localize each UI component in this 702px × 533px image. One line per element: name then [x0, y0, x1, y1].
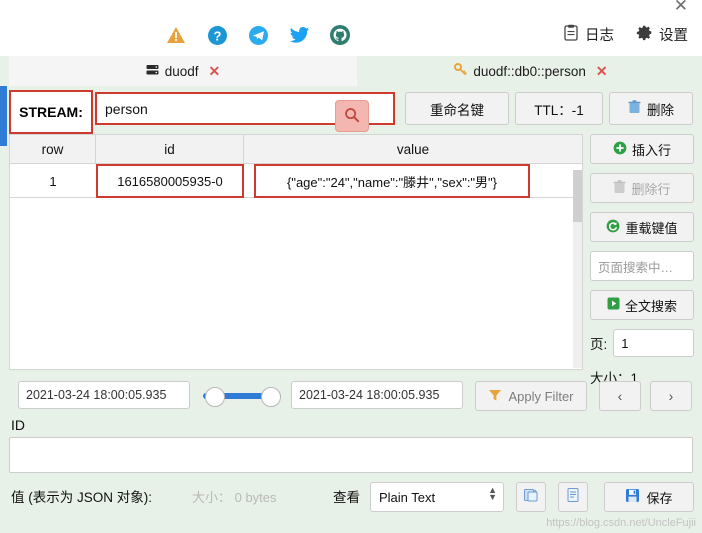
ttl-button[interactable]: TTL：-1	[515, 92, 603, 125]
server-icon	[146, 64, 159, 79]
telegram-icon[interactable]	[245, 22, 271, 48]
key-name-value: person	[105, 100, 148, 117]
reload-icon	[606, 219, 620, 236]
delete-row-button[interactable]: 删除行	[590, 173, 694, 203]
page-input[interactable]: 1	[613, 329, 694, 357]
warning-icon[interactable]	[163, 22, 189, 48]
toolbar-icon-group: ?	[163, 22, 353, 48]
settings-label: 设置	[659, 28, 688, 44]
full-search-button[interactable]: 全文搜索	[590, 290, 694, 320]
view-format-value: Plain Text	[379, 489, 436, 505]
value-label: 值 (表示为 JSON 对象):	[11, 490, 152, 505]
tab-person-label: duodf::db0::person	[473, 63, 586, 79]
range-slider[interactable]	[203, 387, 281, 407]
chevron-updown-icon[interactable]: ▲ ▼	[488, 486, 497, 502]
key-toolbar: STREAM: person 重命名键 TTL：-1 删除	[9, 90, 693, 134]
log-button[interactable]: 日志	[563, 24, 614, 45]
page-selector: 页: 1	[590, 329, 694, 357]
range-slider-knob-left[interactable]	[205, 387, 225, 407]
reload-value-button[interactable]: 重载键值	[590, 212, 694, 242]
svg-text:?: ?	[213, 28, 221, 43]
search-icon	[344, 107, 360, 126]
view-label: 查看	[333, 490, 360, 505]
prev-page-button[interactable]: ‹	[599, 381, 641, 411]
table-header-row: row id value	[9, 134, 583, 164]
toolbar-right-group: 日志 设置	[563, 24, 688, 45]
window-titlebar: ✕	[0, 0, 702, 18]
reload-value-label: 重载键值	[625, 220, 678, 236]
column-header-id[interactable]: id	[96, 135, 244, 163]
github-icon[interactable]	[327, 22, 353, 48]
filter-from-input[interactable]: 2021-03-24 18:00:05.935	[18, 381, 190, 409]
key-value-table: row id value 1 1616580005935-0 {"age":"2…	[9, 134, 583, 198]
key-search-button[interactable]	[335, 100, 369, 132]
log-label: 日志	[585, 28, 614, 44]
key-name-input[interactable]: person	[95, 92, 395, 132]
play-icon	[607, 297, 620, 313]
rename-key-button[interactable]: 重命名键	[405, 92, 509, 125]
delete-row-label: 删除行	[631, 181, 671, 197]
row-actions-panel: 插入行 删除行 重载键值 页面搜索中… 全文搜索 页: 1 大小：1	[590, 134, 694, 387]
save-label: 保存	[646, 490, 673, 506]
app-window: ✕ ? 日志 设置 duodf ✕ duodf::db0::person ✕ S…	[0, 0, 702, 533]
copy-icon	[523, 487, 539, 508]
document-icon	[565, 487, 581, 508]
scrollbar-thumb[interactable]	[573, 170, 582, 222]
settings-button[interactable]: 设置	[636, 24, 688, 45]
key-icon	[454, 63, 468, 79]
active-selection-indicator	[0, 86, 7, 146]
funnel-icon	[488, 388, 502, 405]
plus-circle-icon	[613, 141, 627, 158]
clipboard-icon	[563, 24, 579, 45]
key-type-label: STREAM:	[9, 90, 93, 134]
id-input[interactable]	[9, 437, 693, 473]
copy-button[interactable]	[516, 482, 546, 512]
table-vertical-scrollbar[interactable]	[573, 170, 582, 368]
page-search-input[interactable]: 页面搜索中…	[590, 251, 694, 281]
filter-to-input[interactable]: 2021-03-24 18:00:05.935	[291, 381, 463, 409]
filter-bar: 2021-03-24 18:00:05.935 2021-03-24 18:00…	[9, 381, 693, 411]
toolbar: ? 日志 设置	[0, 18, 702, 57]
cell-id[interactable]: 1616580005935-0	[96, 164, 244, 198]
tab-close-icon[interactable]: ✕	[596, 63, 608, 80]
table-body-area	[9, 168, 583, 370]
tab-close-icon[interactable]: ✕	[209, 63, 221, 80]
value-size-label: 大小： 0 bytes	[192, 490, 277, 505]
tab-person[interactable]: duodf::db0::person ✕	[360, 56, 702, 86]
column-header-row[interactable]: row	[10, 135, 96, 163]
trash-icon	[628, 100, 641, 117]
tab-bar: duodf ✕ duodf::db0::person ✕	[0, 56, 702, 86]
insert-row-button[interactable]: 插入行	[590, 134, 694, 164]
watermark: https://blog.csdn.net/UncleFujii	[546, 517, 696, 529]
delete-key-label: 删除	[647, 102, 674, 118]
column-header-value[interactable]: value	[244, 135, 582, 163]
save-icon	[625, 488, 640, 506]
gear-icon	[636, 24, 653, 45]
help-icon[interactable]: ?	[204, 22, 230, 48]
trash-icon	[613, 179, 626, 197]
save-button[interactable]: 保存	[604, 482, 694, 512]
cell-value[interactable]: {"age":"24","name":"滕井","sex":"男"}	[254, 164, 530, 198]
delete-key-button[interactable]: 删除	[609, 92, 693, 125]
view-format-select[interactable]: Plain Text ▲ ▼	[370, 482, 504, 512]
id-label: ID	[11, 417, 25, 433]
tab-duodf-label: duodf	[164, 63, 199, 79]
tab-duodf[interactable]: duodf ✕	[9, 56, 357, 86]
apply-filter-label: Apply Filter	[508, 388, 574, 404]
twitter-icon[interactable]	[286, 22, 312, 48]
range-slider-knob-right[interactable]	[261, 387, 281, 407]
apply-filter-button[interactable]: Apply Filter	[475, 381, 587, 411]
full-search-label: 全文搜索	[624, 298, 677, 314]
close-icon[interactable]: ✕	[674, 0, 688, 16]
next-page-button[interactable]: ›	[650, 381, 692, 411]
insert-row-label: 插入行	[631, 142, 671, 158]
page-label: 页:	[590, 337, 608, 352]
cell-row-number: 1	[49, 173, 57, 189]
value-editor-toolbar: 值 (表示为 JSON 对象): 大小： 0 bytes 查看 Plain Te…	[0, 482, 702, 516]
document-button[interactable]	[558, 482, 588, 512]
table-row[interactable]: 1 1616580005935-0 {"age":"24","name":"滕井…	[9, 164, 583, 198]
